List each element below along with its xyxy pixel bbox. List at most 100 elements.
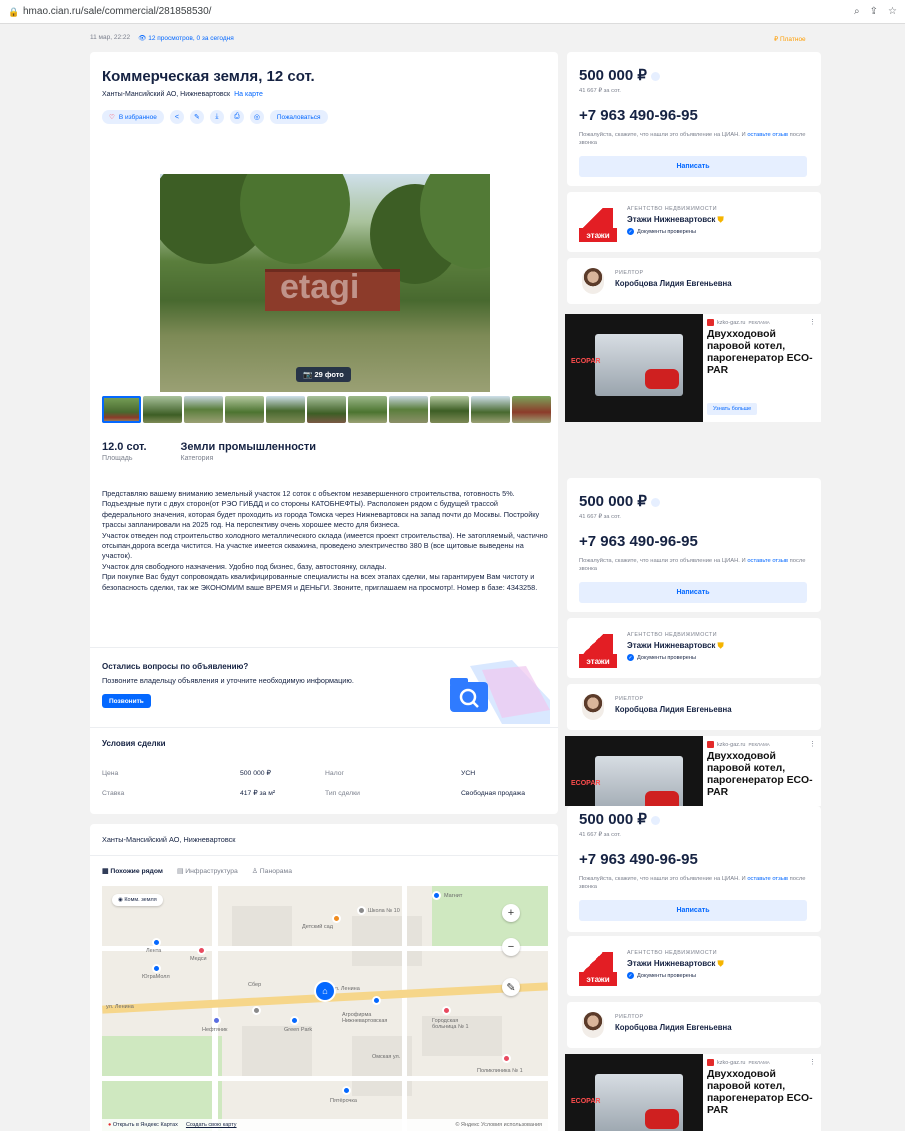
map-poi-icon[interactable]	[502, 1054, 511, 1063]
realtor-card[interactable]: РИЕЛТОР Коробцова Лидия Евгеньевна	[567, 1002, 821, 1048]
more-icon[interactable]: ⋮	[809, 318, 816, 326]
realtor-kind: РИЕЛТОР	[615, 1014, 644, 1020]
tab-similar-nearby[interactable]: ▦ Похожие рядом	[102, 867, 163, 875]
chevron-down-icon[interactable]	[650, 815, 660, 825]
views-count[interactable]: 👁 12 просмотров, 0 за сегодня	[138, 34, 234, 42]
map-poi-icon[interactable]	[432, 891, 441, 900]
zoom-in-button[interactable]: +	[502, 904, 520, 922]
share-icon[interactable]: ⇪	[870, 6, 878, 17]
leave-review-link[interactable]: оставьте отзыв	[747, 876, 788, 882]
plus-icon: +	[507, 907, 515, 919]
bookmark-star-icon[interactable]: ☆	[888, 6, 897, 17]
ad-title: Двухходовой паровой котел, парогенератор…	[707, 751, 813, 798]
ruler-button[interactable]: ✎	[502, 978, 520, 996]
yandex-terms[interactable]: © Яндекс Условия использования	[455, 1122, 542, 1128]
create-map-link[interactable]: Создать свою карту	[186, 1122, 237, 1128]
thumbnail[interactable]	[389, 396, 428, 423]
browser-address-bar[interactable]: 🔒 hmao.cian.ru/sale/commercial/281858530…	[0, 0, 905, 24]
thumbnail[interactable]	[512, 396, 551, 423]
agency-card[interactable]: этажи АГЕНТСТВО НЕДВИЖИМОСТИ Этажи Нижне…	[567, 618, 821, 678]
listing-location-marker[interactable]: ⌂	[314, 980, 336, 1002]
map-poi-icon[interactable]	[357, 906, 366, 915]
map-poi-icon[interactable]	[152, 938, 161, 947]
phone-number[interactable]: +7 963 490-96-95	[579, 107, 698, 124]
more-icon[interactable]: ⋮	[809, 1058, 816, 1066]
call-hint: Пожалуйста, скажите, что нашли это объяв…	[579, 876, 806, 890]
realtor-name[interactable]: Коробцова Лидия Евгеньевна	[615, 279, 732, 288]
phone-number[interactable]: +7 963 490-96-95	[579, 533, 698, 550]
realtor-card[interactable]: РИЕЛТОР Коробцова Лидия Евгеньевна	[567, 258, 821, 304]
open-yandex-link[interactable]: ● Открыть в Яндекс Картах	[108, 1122, 178, 1128]
thumbnail[interactable]	[143, 396, 182, 423]
write-button[interactable]: Написать	[579, 900, 807, 921]
browser-tools: ⌕ ⇪ ☆	[854, 6, 897, 17]
map-poi-icon[interactable]	[332, 914, 341, 923]
map-poi-icon[interactable]	[442, 1006, 451, 1015]
thumbnail[interactable]	[471, 396, 510, 423]
map-poi-icon[interactable]	[197, 946, 206, 955]
complain-button[interactable]: Пожаловаться	[269, 110, 328, 124]
thumbnail[interactable]	[225, 396, 264, 423]
realtor-name[interactable]: Коробцова Лидия Евгеньевна	[615, 1023, 732, 1032]
listing-facts: 12.0 сот. Площадь Земли промышленности К…	[102, 441, 316, 462]
thumbnail[interactable]	[430, 396, 469, 423]
realtor-name[interactable]: Коробцова Лидия Евгеньевна	[615, 705, 732, 714]
ad-source: kzko-gaz.ru РЕКЛАМА ⋮	[707, 319, 816, 326]
ad-banner[interactable]: ECOPAR kzko-gaz.ru РЕКЛАМА ⋮ Двухходовой п…	[565, 314, 821, 422]
map-tabs: ▦ Похожие рядом ▤ Инфраструктура ♙ Панор…	[102, 867, 292, 875]
agency-name[interactable]: Этажи Нижневартовск ⛊	[627, 959, 724, 969]
url-text[interactable]: hmao.cian.ru/sale/commercial/281858530/	[23, 6, 854, 17]
map-label: Городская больница № 1	[432, 1018, 469, 1030]
photo-count-button[interactable]: 📷 29 фото	[296, 367, 351, 382]
chevron-down-icon[interactable]	[650, 71, 660, 81]
ad-banner[interactable]: ECOPAR kzko-gaz.ru РЕКЛАМА ⋮ Двухходовой п…	[565, 736, 821, 806]
thumbnail[interactable]	[184, 396, 223, 423]
map-label: ЮграМолл	[142, 974, 170, 980]
chevron-down-icon[interactable]	[650, 497, 660, 507]
write-button[interactable]: Написать	[579, 156, 807, 177]
map-poi-icon[interactable]	[342, 1086, 351, 1095]
more-icon[interactable]: ⋮	[809, 740, 816, 748]
main-photo[interactable]: etagi 📷 29 фото	[160, 174, 490, 392]
print-button[interactable]: ⎙	[229, 110, 244, 124]
map-poi-icon[interactable]	[372, 996, 381, 1005]
thumbnail[interactable]	[102, 396, 141, 423]
download-button[interactable]: ⤓	[209, 110, 224, 124]
thumbnail[interactable]	[348, 396, 387, 423]
map-view[interactable]: ◉ Комм. земля ул. Ленина ул. Ленина Лент…	[102, 886, 548, 1131]
questions-text: Позвоните владельцу объявления и уточнит…	[102, 676, 354, 685]
leave-review-link[interactable]: оставьте отзыв	[747, 132, 788, 138]
call-button[interactable]: Позвонить	[102, 694, 151, 708]
map-poi-icon[interactable]	[152, 964, 161, 973]
agency-name[interactable]: Этажи Нижневартовск ⛊	[627, 215, 724, 225]
tab-infrastructure[interactable]: ▤ Инфраструктура	[177, 867, 238, 875]
ad-banner[interactable]: ECOPAR kzko-gaz.ru РЕКЛАМА ⋮ Двухходовой п…	[565, 1054, 821, 1131]
map-poi-icon[interactable]	[252, 1006, 261, 1015]
write-button[interactable]: Написать	[579, 582, 807, 603]
agency-card[interactable]: этажи АГЕНТСТВО НЕДВИЖИМОСТИ Этажи Нижне…	[567, 192, 821, 252]
leave-review-link[interactable]: оставьте отзыв	[747, 558, 788, 564]
map-filter-chip[interactable]: ◉ Комм. земля	[112, 894, 163, 906]
fact-area: 12.0 сот. Площадь	[102, 441, 147, 462]
share-button[interactable]: <	[169, 110, 184, 124]
agency-card[interactable]: этажи АГЕНТСТВО НЕДВИЖИМОСТИ Этажи Нижне…	[567, 936, 821, 996]
price-per-unit: 41 667 ₽ за сот.	[579, 514, 621, 520]
map-poi-icon[interactable]	[212, 1016, 221, 1025]
note-button[interactable]: ✎	[189, 110, 204, 124]
ad-image: ECOPAR	[565, 736, 703, 806]
realtor-card[interactable]: РИЕЛТОР Коробцова Лидия Евгеньевна	[567, 684, 821, 730]
ad-learn-more-button[interactable]: Узнать больше	[707, 403, 758, 415]
hide-button[interactable]: ◎	[249, 110, 264, 124]
map-poi-icon[interactable]	[290, 1016, 299, 1025]
phone-number[interactable]: +7 963 490-96-95	[579, 851, 698, 868]
thumbnail[interactable]	[266, 396, 305, 423]
on-map-link[interactable]: На карте	[234, 91, 263, 98]
agency-name[interactable]: Этажи Нижневартовск ⛊	[627, 641, 724, 651]
zoom-icon[interactable]: ⌕	[854, 6, 860, 17]
favorite-button[interactable]: ♡ В избранное	[102, 110, 164, 124]
tab-panorama[interactable]: ♙ Панорама	[252, 867, 292, 875]
realtor-kind: РИЕЛТОР	[615, 696, 644, 702]
map-footer: ● Открыть в Яндекс Картах Создать свою к…	[102, 1119, 548, 1131]
thumbnail[interactable]	[307, 396, 346, 423]
zoom-out-button[interactable]: −	[502, 938, 520, 956]
